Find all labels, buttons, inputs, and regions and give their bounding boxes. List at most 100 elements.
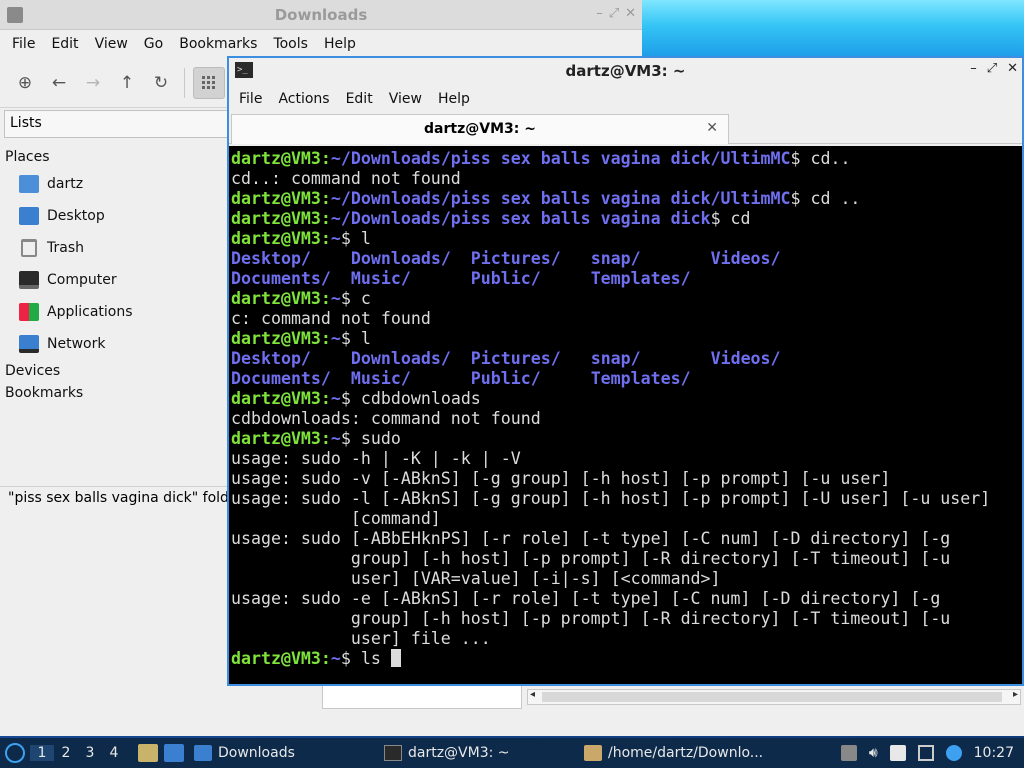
command-text: cd.. — [800, 149, 851, 168]
file-manager-launcher-icon[interactable] — [138, 744, 158, 762]
file-manager-titlebar[interactable]: Downloads – ⤢ ✕ — [0, 0, 642, 30]
prompt-path: ~ — [330, 649, 341, 668]
prompt-separator: : — [320, 329, 331, 348]
up-arrow-icon[interactable]: ↑ — [112, 68, 142, 98]
menu-file[interactable]: File — [4, 36, 43, 52]
workspace-2[interactable]: 2 — [54, 745, 78, 761]
terminal-line: group] [-h host] [-p prompt] [-R directo… — [231, 549, 951, 568]
menu-help[interactable]: Help — [430, 91, 478, 107]
terminal-line: group] [-h host] [-p prompt] [-R directo… — [231, 609, 951, 628]
terminal-menubar: File Actions Edit View Help — [229, 84, 1022, 114]
prompt-separator: : — [320, 189, 331, 208]
prompt-symbol: $ — [340, 229, 351, 248]
show-desktop-icon[interactable] — [164, 744, 184, 762]
sidebar-item-trash[interactable]: Trash — [0, 232, 228, 264]
directory-entry: Templates/ — [590, 269, 691, 288]
network-status-icon[interactable] — [917, 745, 934, 761]
terminal-output[interactable]: dartz@VM3:~/Downloads/piss sex balls vag… — [229, 146, 1022, 684]
prompt-path: ~/Downloads/piss sex balls vagina dick/U… — [330, 189, 791, 208]
terminal-tab[interactable]: dartz@VM3: ~ ✕ — [231, 114, 729, 144]
notification-icon[interactable] — [945, 745, 962, 761]
toolbar-separator — [184, 67, 185, 98]
minimize-icon[interactable]: – — [970, 61, 977, 76]
menu-edit[interactable]: Edit — [43, 36, 86, 52]
clock[interactable]: 10:27 — [974, 745, 1014, 761]
volume-icon[interactable]: 🔊︎ — [869, 745, 878, 761]
workspace-1[interactable]: 1 — [30, 745, 54, 761]
sidebar-section-bookmarks[interactable]: Bookmarks — [0, 382, 228, 404]
directory-entry: Music/ — [350, 369, 411, 388]
terminal-icon — [384, 745, 402, 761]
scroll-left-icon[interactable]: ◂ — [530, 689, 535, 700]
prompt-user: dartz@VM3 — [231, 429, 321, 448]
sidebar-item-label: Network — [47, 336, 106, 352]
close-icon[interactable]: ✕ — [1007, 61, 1018, 76]
terminal-line: usage: sudo -e [-ABknS] [-r role] [-t ty… — [231, 589, 941, 608]
directory-entry: Public/ — [470, 369, 541, 388]
directory-entry: Documents/ — [231, 269, 331, 288]
taskbar: 1 2 3 4 Downloads dartz@VM3: ~ /home/dar… — [0, 738, 1024, 768]
terminal-titlebar[interactable]: >_ dartz@VM3: ~ – ⤢ ✕ — [229, 58, 1022, 84]
terminal-line: dartz@VM3:~$ ls — [231, 649, 1022, 669]
clipboard-icon[interactable] — [889, 745, 906, 761]
workspace-3[interactable]: 3 — [78, 745, 102, 761]
prompt-symbol: $ — [790, 149, 801, 168]
terminal-line: dartz@VM3:~/Downloads/piss sex balls vag… — [231, 189, 1022, 209]
icon-view-grid-icon[interactable] — [193, 66, 225, 99]
package-update-icon[interactable] — [840, 745, 857, 761]
sidebar-item-label: Desktop — [47, 208, 105, 224]
home-folder-icon — [19, 175, 39, 193]
workspace-4[interactable]: 4 — [102, 745, 126, 761]
prompt-path: ~ — [330, 329, 341, 348]
minimize-icon[interactable]: – — [596, 6, 603, 21]
scrollbar-thumb[interactable] — [542, 692, 1002, 702]
sidebar-mode-select[interactable]: Lists — [4, 110, 230, 138]
terminal-line: usage: sudo [-ABbEHknPS] [-r role] [-t t… — [231, 529, 951, 548]
prompt-user: dartz@VM3 — [231, 229, 321, 248]
maximize-icon[interactable]: ⤢ — [609, 6, 619, 21]
reload-icon[interactable]: ↻ — [146, 68, 176, 98]
sidebar-section-devices[interactable]: Devices — [0, 360, 228, 382]
menu-actions[interactable]: Actions — [270, 91, 337, 107]
horizontal-scrollbar[interactable]: ◂ ▸ — [527, 689, 1021, 705]
directory-entry: Desktop/ — [231, 349, 311, 368]
sidebar-item-computer[interactable]: Computer — [0, 264, 228, 296]
file-manager-title: Downloads — [274, 6, 368, 24]
sidebar-item-network[interactable]: Network — [0, 328, 228, 360]
folder-icon — [194, 745, 212, 761]
menu-go[interactable]: Go — [136, 36, 171, 52]
sidebar-item-applications[interactable]: Applications — [0, 296, 228, 328]
prompt-separator: : — [320, 389, 331, 408]
terminal-window[interactable]: >_ dartz@VM3: ~ – ⤢ ✕ File Actions Edit … — [227, 56, 1024, 686]
close-tab-icon[interactable]: ✕ — [706, 120, 718, 136]
sidebar-item-desktop[interactable]: Desktop — [0, 200, 228, 232]
menu-view[interactable]: View — [87, 36, 136, 52]
prompt-user: dartz@VM3 — [231, 389, 321, 408]
menu-bookmarks[interactable]: Bookmarks — [171, 36, 265, 52]
scroll-right-icon[interactable]: ▸ — [1013, 689, 1018, 700]
sidebar-item-dartz[interactable]: dartz — [0, 168, 228, 200]
task-terminal[interactable]: dartz@VM3: ~ — [378, 738, 578, 768]
menu-help[interactable]: Help — [316, 36, 364, 52]
forward-arrow-icon[interactable]: → — [78, 68, 108, 98]
file-manager-path-field[interactable] — [322, 685, 522, 709]
sidebar-item-label: dartz — [47, 176, 84, 192]
menu-file[interactable]: File — [231, 91, 270, 107]
prompt-separator: : — [320, 209, 331, 228]
menu-tools[interactable]: Tools — [265, 36, 316, 52]
prompt-path: ~ — [330, 289, 341, 308]
start-menu-button[interactable] — [0, 738, 30, 768]
task-downloads[interactable]: Downloads — [188, 738, 378, 768]
menu-edit[interactable]: Edit — [338, 91, 381, 107]
directory-entry: Videos/ — [710, 349, 781, 368]
prompt-symbol: $ — [340, 329, 351, 348]
task-archive[interactable]: /home/dartz/Downlo... — [578, 738, 778, 768]
menu-view[interactable]: View — [381, 91, 430, 107]
new-tab-icon[interactable]: ⊕ — [10, 68, 40, 98]
directory-entry: Downloads/ — [350, 249, 451, 268]
back-arrow-icon[interactable]: ← — [44, 68, 74, 98]
directory-entry: snap/ — [590, 249, 641, 268]
close-icon[interactable]: ✕ — [625, 6, 636, 21]
maximize-icon[interactable]: ⤢ — [987, 61, 997, 76]
terminal-line: user] [VAR=value] [-i|-s] [<command>] — [231, 569, 721, 588]
